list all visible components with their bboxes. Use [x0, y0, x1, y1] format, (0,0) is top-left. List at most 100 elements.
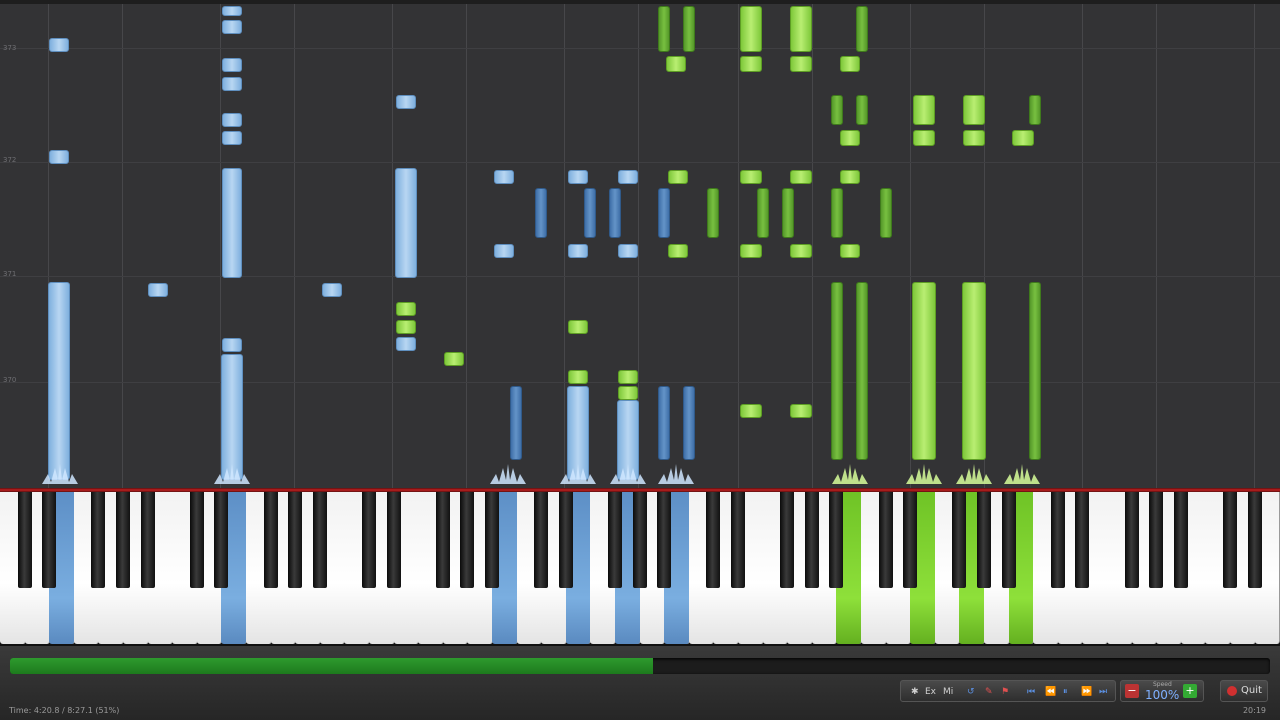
note	[494, 244, 514, 258]
black-key[interactable]	[780, 492, 795, 588]
speed-plus-button[interactable]: +	[1183, 684, 1197, 698]
note	[222, 113, 242, 127]
playback-controls: ✱ Ex Mi ↺ ✎ ⚑ ⏮ ⏪ ⏸ ⏩ ⏭	[900, 680, 1116, 702]
note	[683, 386, 695, 460]
roll-gridline	[122, 4, 123, 488]
black-key[interactable]	[1149, 492, 1164, 588]
black-key[interactable]	[731, 492, 745, 588]
black-key[interactable]	[42, 492, 57, 588]
black-key[interactable]	[558, 492, 573, 588]
note	[222, 131, 242, 145]
first-icon[interactable]: ⏮	[1027, 685, 1035, 699]
quit-button[interactable]: Quit	[1220, 680, 1268, 702]
note	[618, 244, 638, 258]
black-key[interactable]	[140, 492, 155, 588]
note-roll: 373 372 371 370	[0, 0, 1280, 488]
note	[222, 338, 242, 352]
pencil-icon[interactable]: ✎	[985, 685, 993, 699]
speed-minus-button[interactable]: −	[1125, 684, 1139, 698]
roll-gridline	[1156, 4, 1157, 488]
black-key[interactable]	[1124, 492, 1139, 588]
note	[790, 6, 812, 52]
note	[568, 170, 588, 184]
spark-icon	[490, 464, 526, 484]
note	[222, 168, 242, 278]
loop-icon[interactable]: ↺	[967, 685, 975, 699]
note	[444, 352, 464, 366]
black-key[interactable]	[1173, 492, 1188, 588]
black-key[interactable]	[657, 492, 672, 588]
piano-keyboard[interactable]	[0, 492, 1280, 646]
black-key[interactable]	[829, 492, 844, 588]
note	[831, 282, 843, 460]
black-key[interactable]	[804, 492, 819, 588]
bookmark-icon[interactable]: ⚑	[1001, 685, 1009, 699]
note	[396, 302, 416, 316]
black-key[interactable]	[878, 492, 893, 588]
black-key[interactable]	[1050, 492, 1065, 588]
note	[790, 244, 812, 258]
note	[856, 95, 868, 125]
roll-gridline	[564, 4, 565, 488]
black-key[interactable]	[386, 492, 401, 588]
black-key[interactable]	[706, 492, 721, 588]
black-key[interactable]	[1223, 492, 1237, 588]
metronome-icon[interactable]: ✱	[911, 685, 919, 699]
black-key[interactable]	[189, 492, 204, 588]
pause-icon[interactable]: ⏸	[1063, 685, 1068, 699]
progress-bar[interactable]	[10, 658, 1270, 674]
speed-value: 100%	[1145, 688, 1180, 702]
black-key[interactable]	[1247, 492, 1262, 588]
black-key[interactable]	[608, 492, 622, 588]
black-key[interactable]	[263, 492, 278, 588]
quit-label: Quit	[1241, 685, 1262, 696]
roll-gridline	[812, 4, 813, 488]
note	[790, 404, 812, 418]
note	[740, 170, 762, 184]
black-key[interactable]	[1001, 492, 1016, 588]
black-key[interactable]	[1075, 492, 1090, 588]
spark-icon	[560, 464, 596, 484]
progress-fill	[10, 658, 653, 674]
black-key[interactable]	[214, 492, 229, 588]
note	[840, 56, 860, 72]
black-key[interactable]	[435, 492, 450, 588]
note	[609, 188, 621, 238]
note	[912, 282, 936, 460]
black-key[interactable]	[362, 492, 376, 588]
black-key[interactable]	[312, 492, 327, 588]
black-key[interactable]	[91, 492, 106, 588]
ex-button[interactable]: Ex	[925, 685, 936, 699]
mi-button[interactable]: Mi	[943, 685, 953, 699]
note	[840, 130, 860, 146]
black-key[interactable]	[17, 492, 32, 588]
black-key[interactable]	[116, 492, 130, 588]
note	[963, 95, 985, 125]
black-key[interactable]	[288, 492, 303, 588]
measure-number: 372	[3, 156, 17, 164]
note	[568, 320, 588, 334]
note	[584, 188, 596, 238]
note	[396, 95, 416, 109]
roll-gridline	[910, 4, 911, 488]
measure-number: 373	[3, 44, 17, 52]
black-key[interactable]	[534, 492, 549, 588]
black-key[interactable]	[952, 492, 967, 588]
forward-icon[interactable]: ⏩	[1081, 685, 1092, 699]
black-key[interactable]	[632, 492, 647, 588]
note	[222, 58, 242, 72]
measure-line	[0, 162, 1280, 163]
rewind-icon[interactable]: ⏪	[1045, 685, 1056, 699]
speed-title: Speed	[1153, 681, 1172, 688]
black-key[interactable]	[977, 492, 991, 588]
note	[1012, 130, 1034, 146]
measure-number: 370	[3, 376, 17, 384]
last-icon[interactable]: ⏭	[1099, 685, 1107, 699]
black-key[interactable]	[485, 492, 499, 588]
black-key[interactable]	[903, 492, 918, 588]
note	[396, 320, 416, 334]
note	[148, 283, 168, 297]
note	[222, 6, 242, 16]
black-key[interactable]	[460, 492, 475, 588]
note	[963, 130, 985, 146]
